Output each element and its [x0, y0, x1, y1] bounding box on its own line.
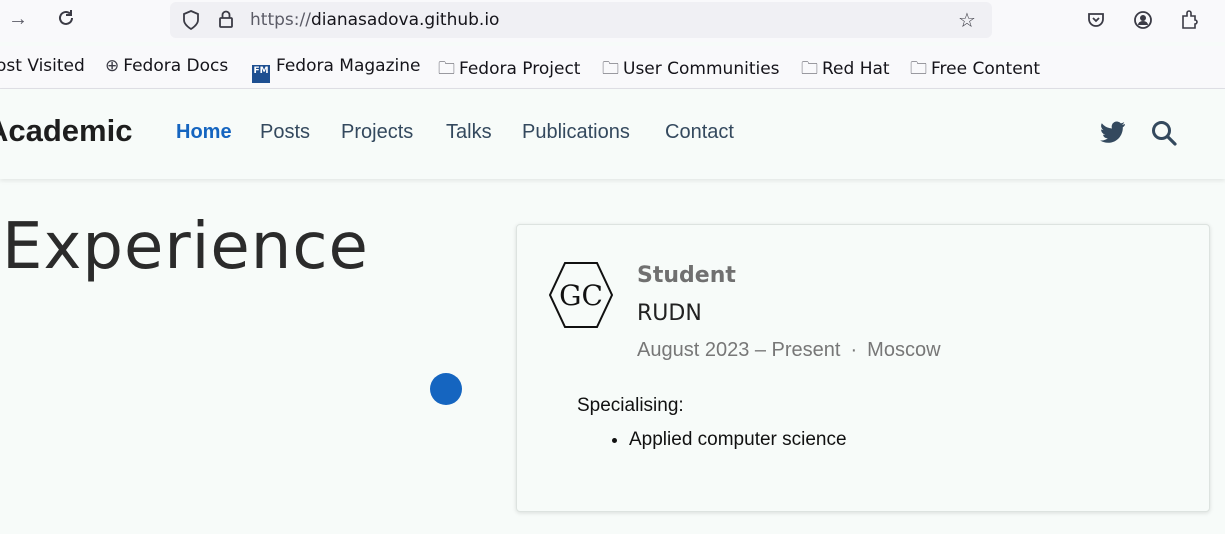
nav-projects[interactable]: Projects — [341, 121, 413, 144]
experience-card: GC Student RUDN August 2023 – Present · Mo… — [516, 224, 1210, 512]
experience-dates: August 2023 – Present — [637, 339, 841, 361]
bookmark-fedora-docs[interactable]: ⊕ Fedora Docs — [105, 56, 228, 76]
nav-talks[interactable]: Talks — [446, 121, 492, 144]
nav-publications[interactable]: Publications — [522, 121, 630, 144]
page-title: Experience — [2, 210, 369, 284]
nav-contact[interactable]: Contact — [665, 121, 734, 144]
experience-organization: RUDN — [637, 301, 702, 326]
organization-logo: GC — [549, 262, 613, 328]
pocket-icon[interactable] — [1086, 10, 1106, 35]
description-heading: Specialising: — [577, 395, 684, 416]
bookmark-fedora-magazine[interactable]: FM Fedora Magazine — [252, 56, 420, 83]
url-host: dianasadova.github.io — [310, 10, 500, 30]
bookmark-red-hat[interactable]: 🗀 Red Hat — [801, 56, 890, 85]
shield-icon[interactable] — [182, 10, 200, 35]
lock-icon[interactable] — [218, 9, 234, 34]
experience-location: Moscow — [867, 339, 941, 361]
account-icon[interactable] — [1133, 10, 1153, 35]
globe-icon: ⊕ — [105, 56, 120, 76]
site-brand[interactable]: Academic — [0, 113, 132, 149]
url-scheme: https:// — [250, 10, 311, 30]
svg-text:GC: GC — [559, 279, 603, 312]
experience-meta: August 2023 – Present · Moscow — [637, 339, 941, 362]
dark-mode-icon[interactable] — [1202, 120, 1225, 153]
meta-separator: · — [850, 339, 858, 361]
folder-icon: 🗀 — [801, 59, 818, 79]
bookmark-user-communities[interactable]: 🗀 User Communities — [602, 56, 780, 85]
folder-icon: 🗀 — [910, 59, 927, 79]
twitter-icon[interactable] — [1100, 121, 1126, 150]
timeline-dot — [430, 373, 462, 405]
bookmark-fedora-project[interactable]: 🗀 Fedora Project — [438, 56, 580, 85]
nav-posts[interactable]: Posts — [260, 121, 310, 144]
browser-toolbar: → https://dianasadova.github.io ☆ — [0, 0, 1225, 42]
folder-icon: 🗀 — [602, 59, 619, 79]
fedora-magazine-icon: FM — [252, 65, 270, 83]
url-bar[interactable]: https://dianasadova.github.io ☆ — [170, 2, 992, 38]
forward-icon[interactable]: → — [8, 8, 28, 31]
search-icon[interactable] — [1151, 120, 1177, 153]
bookmarks-bar: ost Visited ⊕ Fedora Docs FM Fedora Magazi… — [0, 46, 1225, 89]
site-navbar: Academic Home Posts Projects Talks Publi… — [0, 89, 1225, 179]
bookmark-star-icon[interactable]: ☆ — [958, 8, 976, 33]
nav-home[interactable]: Home — [176, 121, 232, 144]
bookmark-free-content[interactable]: 🗀 Free Content — [910, 56, 1040, 85]
list-item: Applied computer science — [629, 429, 847, 451]
description-list: Applied computer science — [629, 429, 847, 451]
experience-role: Student — [637, 263, 736, 288]
extensions-icon[interactable] — [1180, 8, 1200, 35]
url-text[interactable]: https://dianasadova.github.io — [250, 10, 499, 30]
reload-icon[interactable] — [56, 8, 76, 34]
folder-icon: 🗀 — [438, 59, 455, 79]
bookmark-most-visited[interactable]: ost Visited — [0, 56, 85, 76]
